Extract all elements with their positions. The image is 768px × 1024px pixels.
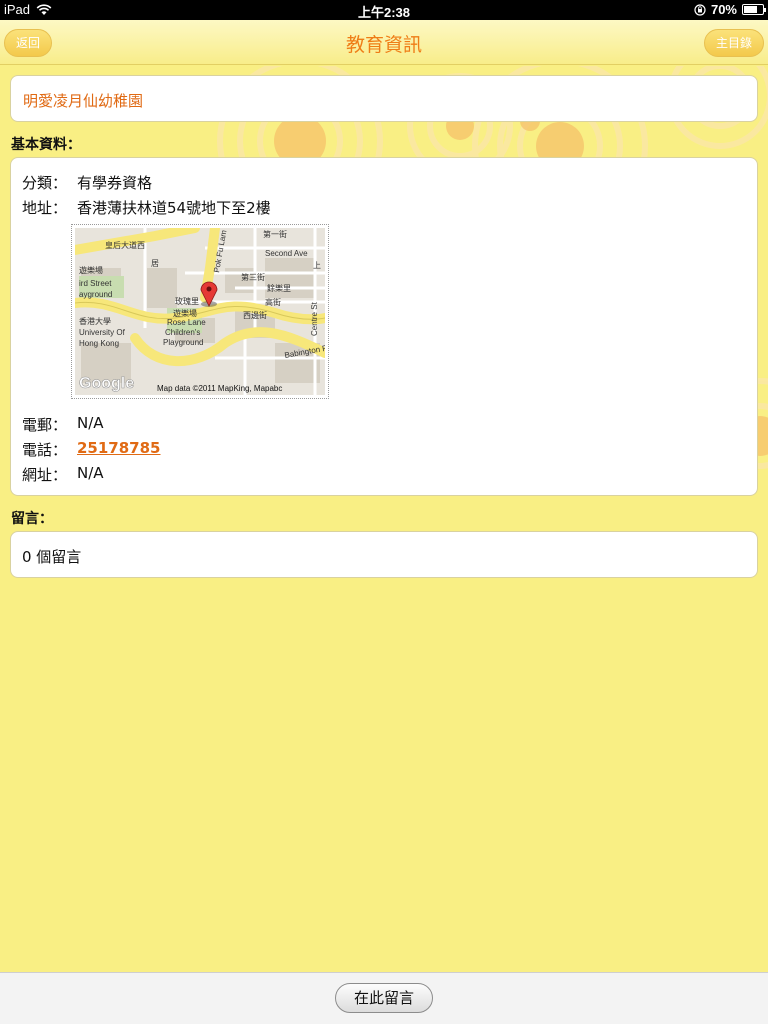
map-label: 第三街: [241, 272, 265, 282]
map-label: 遊樂場: [173, 308, 197, 318]
map-label: ird Street: [79, 279, 112, 288]
leave-comment-button[interactable]: 在此留言: [335, 983, 433, 1013]
battery-percent: 70%: [710, 2, 737, 17]
phone-key: 電話：: [22, 441, 68, 459]
location-map[interactable]: 皇后大道西 第一街 Second Ave 第三街 餘樂里 高街 遊樂場 ird …: [71, 224, 329, 399]
website-key: 網址：: [22, 466, 68, 484]
map-label: 香港大學: [79, 316, 111, 326]
map-label: 第一街: [263, 229, 287, 239]
battery-icon: [742, 4, 766, 15]
address-value: 香港薄扶林道54號地下至2樓: [77, 199, 271, 217]
map-label: 西邊街: [243, 310, 267, 320]
map-label: 高街: [265, 297, 281, 307]
category-row: 分類： 有學券資格: [22, 172, 152, 193]
school-name-card: 明愛凌月仙幼稚園: [10, 75, 758, 122]
map-pin-icon: [200, 281, 218, 307]
map-label: University Of: [79, 328, 126, 337]
map-label: Rose Lane: [167, 318, 206, 327]
map-label: Children's: [165, 328, 200, 337]
rotation-lock-icon: [694, 3, 706, 16]
email-key: 電郵：: [22, 416, 68, 434]
school-name: 明愛凌月仙幼稚園: [23, 92, 144, 110]
website-row: 網址： N/A: [22, 464, 104, 485]
email-row: 電郵： N/A: [22, 414, 104, 435]
comments-heading: 留言：: [11, 511, 53, 527]
phone-link[interactable]: 25178785: [77, 439, 161, 460]
address-key: 地址：: [22, 199, 68, 217]
status-time: 上午2:38: [357, 5, 411, 20]
map-label: Hong Kong: [79, 339, 119, 348]
map-label: 玫瑰里: [175, 296, 199, 306]
map-label: Centre St: [310, 301, 319, 336]
page-title: 教育資訊: [345, 34, 422, 56]
comments-card[interactable]: 0 個留言: [10, 531, 758, 578]
address-row: 地址： 香港薄扶林道54號地下至2樓: [22, 197, 271, 218]
map-label: 皇后大道西: [105, 240, 145, 250]
map-label: Playground: [163, 338, 203, 347]
navigation-bar: 返回 教育資訊 主目錄: [0, 20, 768, 65]
category-value: 有學券資格: [77, 174, 153, 192]
comment-count: 0 個留言: [22, 548, 82, 566]
map-label: 上: [313, 261, 321, 270]
basic-info-card: 分類： 有學券資格 地址： 香港薄扶林道54號地下至2樓 皇后大道西 第一街 S…: [10, 157, 758, 496]
website-value: N/A: [77, 464, 104, 482]
map-label: 遊樂場: [79, 265, 103, 275]
main-menu-button[interactable]: 主目錄: [703, 29, 764, 57]
status-bar: iPad 上午2:38 70%: [0, 0, 768, 20]
map-label: Second Ave: [265, 249, 308, 258]
phone-row: 電話： 25178785: [22, 439, 161, 460]
map-google-logo: Google: [79, 375, 134, 392]
map-label: 餘樂里: [267, 283, 291, 293]
map-label: ayground: [79, 290, 112, 299]
category-key: 分類：: [22, 174, 68, 192]
map-attribution: Map data ©2011 MapKing, Mapabc: [157, 384, 282, 393]
basic-info-heading: 基本資料：: [11, 137, 81, 153]
email-value: N/A: [77, 414, 104, 432]
bottom-toolbar: 在此留言: [0, 972, 768, 1024]
map-label: 居: [151, 259, 159, 268]
